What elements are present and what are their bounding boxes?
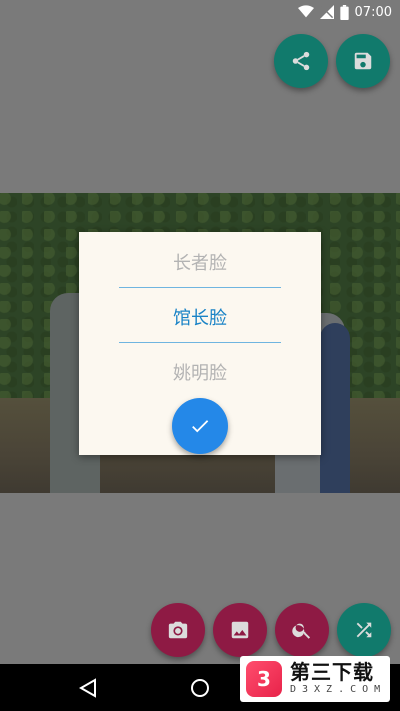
back-icon bbox=[79, 678, 96, 698]
picker-option[interactable]: 长者脸 bbox=[79, 249, 321, 275]
wifi-icon bbox=[297, 5, 314, 19]
picker-divider bbox=[119, 287, 281, 288]
picker-option[interactable]: 姚明脸 bbox=[79, 359, 321, 385]
home-button[interactable] bbox=[188, 676, 212, 700]
battery-icon bbox=[339, 4, 349, 20]
confirm-button[interactable] bbox=[172, 398, 228, 454]
gallery-button[interactable] bbox=[213, 603, 267, 657]
status-time: 07:00 bbox=[354, 4, 392, 20]
search-icon bbox=[292, 623, 311, 639]
signal-icon bbox=[319, 5, 334, 19]
watermark-subtitle: D3XZ.COM bbox=[290, 684, 387, 695]
camera-icon bbox=[168, 621, 188, 639]
save-icon bbox=[354, 52, 372, 70]
share-icon bbox=[292, 51, 310, 71]
home-icon bbox=[191, 679, 209, 697]
search-button[interactable] bbox=[275, 603, 329, 657]
share-button[interactable] bbox=[274, 34, 328, 88]
watermark-badge: 3 第三下载 D3XZ.COM bbox=[240, 656, 390, 702]
picker-option-selected[interactable]: 馆长脸 bbox=[79, 304, 321, 330]
watermark-text: 第三下载 D3XZ.COM bbox=[290, 661, 386, 697]
photo-person bbox=[320, 323, 350, 493]
check-icon bbox=[192, 420, 209, 433]
shuffle-button[interactable] bbox=[337, 603, 391, 657]
watermark-title: 第三下载 bbox=[290, 660, 374, 684]
camera-button[interactable] bbox=[151, 603, 205, 657]
watermark-logo: 3 bbox=[246, 661, 282, 697]
picker-divider bbox=[119, 342, 281, 343]
shuffle-icon bbox=[356, 622, 372, 638]
face-picker-dialog: 长者脸 馆长脸 姚明脸 bbox=[79, 232, 321, 455]
back-button[interactable] bbox=[76, 676, 100, 700]
save-button[interactable] bbox=[336, 34, 390, 88]
status-bar: 07:00 bbox=[0, 0, 400, 24]
image-icon bbox=[231, 621, 249, 639]
